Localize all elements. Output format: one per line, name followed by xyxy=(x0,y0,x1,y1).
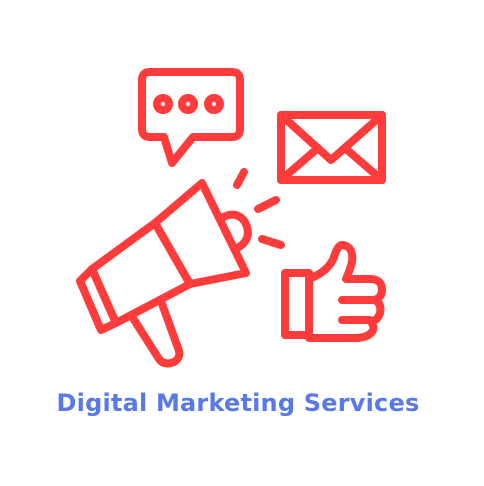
page-title: Digital Marketing Services xyxy=(56,389,420,417)
megaphone-icon xyxy=(76,168,285,368)
thumbs-up-icon xyxy=(281,240,386,342)
envelope-icon xyxy=(277,111,386,184)
digital-marketing-graphic: Digital Marketing Services xyxy=(0,0,484,486)
speech-bubble-icon xyxy=(138,68,244,167)
